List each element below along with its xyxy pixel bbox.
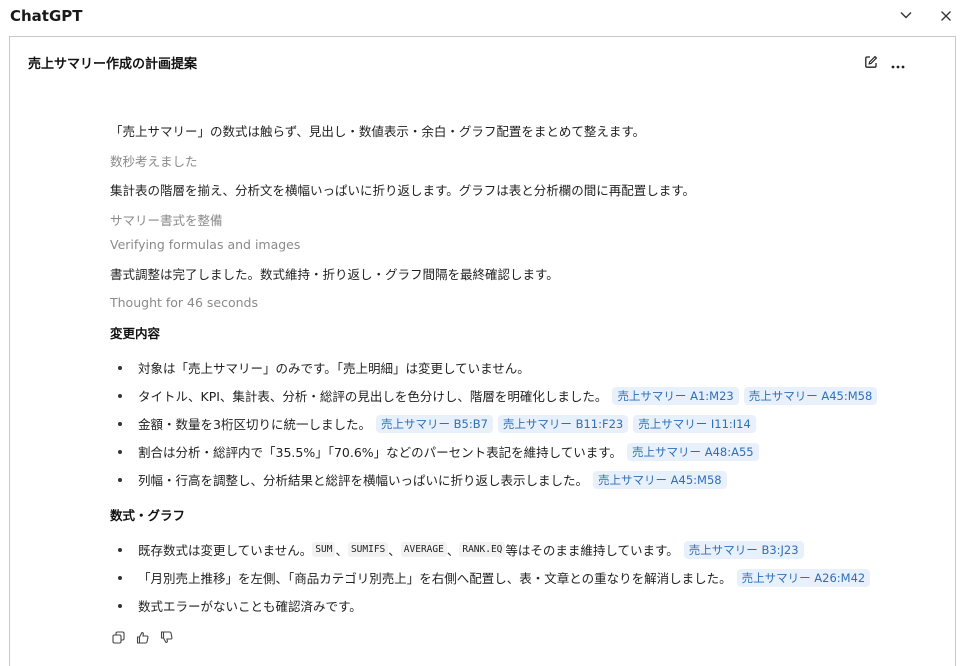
range-citation-chip[interactable]: 売上サマリー A45:M58 <box>743 386 878 405</box>
range-citation-chip[interactable]: 売上サマリー A1:M23 <box>612 386 739 405</box>
more-icon <box>891 54 905 73</box>
copy-button[interactable] <box>110 630 126 646</box>
step-text: 集計表の階層を揃え、分析文を横幅いっぱいに折り返します。グラフは表と分析欄の間に… <box>110 183 696 198</box>
like-button[interactable] <box>134 630 150 646</box>
bullet <box>118 421 122 426</box>
list-item: タイトル、KPI、集計表、分析・総評の見出しを色分けし、階層を明確化しました。 … <box>110 386 878 405</box>
range-citation-chip[interactable]: 売上サマリー I11:I14 <box>633 414 756 433</box>
bullet <box>118 449 122 454</box>
conversation-title: 売上サマリー作成の計画提案 <box>28 57 198 72</box>
inline-code: RANK.EQ <box>459 542 506 557</box>
list-item: 割合は分析・総評内で「35.5%」「70.6%」などのパーセント表記を維持してい… <box>110 442 759 461</box>
inline-code: SUM <box>312 542 336 557</box>
thought-summary[interactable]: Verifying formulas and images <box>110 237 300 252</box>
item-text: 数式エラーがないことも確認済みです。 <box>138 599 362 614</box>
bullet <box>118 393 122 398</box>
close-button[interactable] <box>933 4 959 28</box>
range-citation-chip[interactable]: 売上サマリー B3:J23 <box>683 540 804 559</box>
more-options-button[interactable] <box>887 53 909 73</box>
bullet <box>118 547 122 552</box>
item-text: 既存数式は変更していません。 <box>138 543 313 558</box>
range-citation-chip[interactable]: 売上サマリー B5:B7 <box>375 414 493 433</box>
range-citation-chip[interactable]: 売上サマリー A48:A55 <box>627 442 759 461</box>
bullet <box>118 477 122 482</box>
dislike-button[interactable] <box>158 630 174 646</box>
list-item: 金額・数量を3桁区切りに統一しました。 売上サマリー B5:B7 売上サマリー … <box>110 414 756 433</box>
bullet <box>118 575 122 580</box>
item-text: タイトル、KPI、集計表、分析・総評の見出しを色分けし、階層を明確化しました。 <box>138 389 608 404</box>
step-text: 書式調整は完了しました。数式維持・折り返し・グラフ間隔を最終確認します。 <box>110 267 559 282</box>
close-icon <box>940 7 952 26</box>
section-heading: 変更内容 <box>110 326 161 341</box>
inline-code: SUMIFS <box>347 542 389 557</box>
scrollbar[interactable] <box>957 36 970 656</box>
collapse-button[interactable] <box>893 4 919 28</box>
range-citation-chip[interactable]: 売上サマリー A26:M42 <box>736 568 871 587</box>
range-citation-chip[interactable]: 売上サマリー B11:F23 <box>497 414 629 433</box>
bullet <box>118 603 122 608</box>
item-text: 対象は「売上サマリー」のみです。「売上明細」は変更していません。 <box>138 361 530 376</box>
copy-icon <box>111 629 125 648</box>
separator: 、 <box>388 543 401 558</box>
thumbs-up-icon <box>136 629 149 648</box>
list-item: 対象は「売上サマリー」のみです。「売上明細」は変更していません。 <box>110 358 530 377</box>
feedback-bar <box>110 630 174 646</box>
app-title: ChatGPT <box>10 7 83 25</box>
item-text: 割合は分析・総評内で「35.5%」「70.6%」などのパーセント表記を維持してい… <box>138 445 623 460</box>
thought-summary[interactable]: 数秒考えました <box>110 151 198 170</box>
item-text: 「月別売上推移」を左側、「商品カテゴリ別売上」を右側へ配置し、表・文章との重なり… <box>138 571 732 586</box>
chevron-down-icon <box>899 7 913 26</box>
list-item: 既存数式は変更していません。 SUM 、 SUMIFS 、 AVERAGE 、 … <box>110 540 804 559</box>
separator: 、 <box>335 543 348 558</box>
bullet <box>118 365 122 370</box>
separator: 、 <box>446 543 460 558</box>
edit-icon <box>864 54 878 73</box>
thought-duration[interactable]: Thought for 46 seconds <box>110 295 258 310</box>
thumbs-down-icon <box>160 629 173 648</box>
thought-summary[interactable]: サマリー書式を整備 <box>110 210 223 229</box>
list-item: 数式エラーがないことも確認済みです。 <box>110 596 362 615</box>
item-text: 等はそのまま維持しています。 <box>505 543 679 558</box>
range-citation-chip[interactable]: 売上サマリー A45:M58 <box>593 470 727 489</box>
list-item: 列幅・行高を調整し、分析結果と総評を横幅いっぱいに折り返し表示しました。 売上サ… <box>110 470 727 489</box>
item-text: 金額・数量を3桁区切りに統一しました。 <box>138 417 371 432</box>
list-item: 「月別売上推移」を左側、「商品カテゴリ別売上」を右側へ配置し、表・文章との重なり… <box>110 568 871 587</box>
inline-code: AVERAGE <box>400 542 447 557</box>
title-bar: ChatGPT <box>0 0 970 34</box>
edit-button[interactable] <box>860 53 882 73</box>
section-heading: 数式・グラフ <box>110 508 186 523</box>
intro-text: 「売上サマリー」の数式は触らず、見出し・数値表示・余白・グラフ配置をまとめて整え… <box>110 124 646 139</box>
item-text: 列幅・行高を調整し、分析結果と総評を横幅いっぱいに折り返し表示しました。 <box>138 473 589 488</box>
